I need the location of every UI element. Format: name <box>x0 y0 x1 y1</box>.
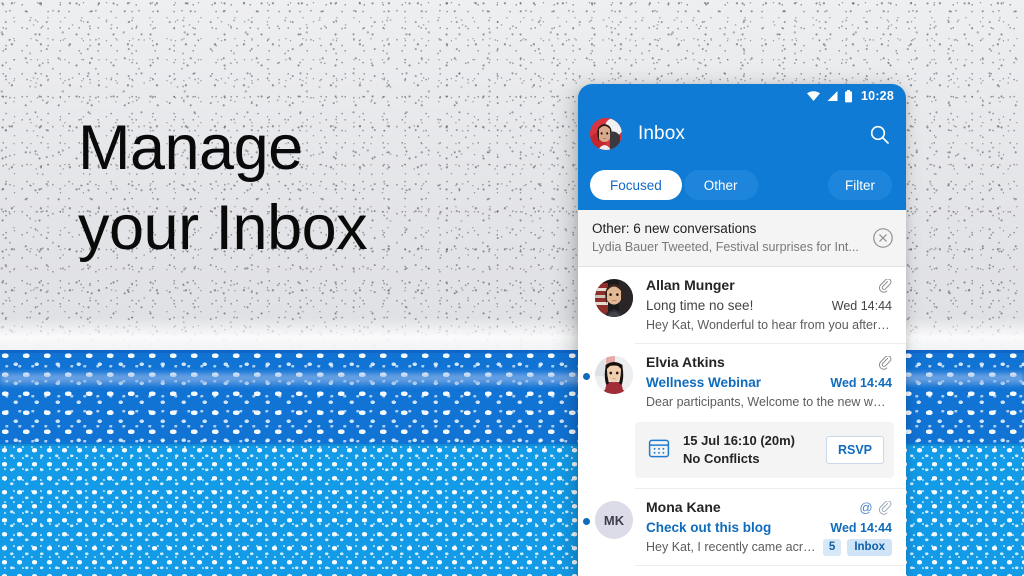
message-sender: Allan Munger <box>646 277 735 293</box>
message-subject-line: Long time no see! Wed 14:44 <box>646 296 892 315</box>
battery-icon <box>845 89 853 102</box>
table-row[interactable]: MK Mona Kane @ Check out this blog Wed 1… <box>578 489 906 565</box>
message-count-badge: 5 <box>822 538 842 556</box>
message-list: Allan Munger Long time no see! Wed 14:44… <box>578 267 906 576</box>
other-conversations-banner[interactable]: Other: 6 new conversations Lydia Bauer T… <box>578 210 906 267</box>
svg-text:@: @ <box>859 501 872 515</box>
tab-other[interactable]: Other <box>683 170 758 200</box>
avatar[interactable] <box>590 118 622 150</box>
meeting-conflict-status: No Conflicts <box>683 451 760 466</box>
banner-title: Other: 6 new conversations <box>592 221 757 236</box>
message-content: Mona Kane @ Check out this blog Wed 14:4… <box>646 498 894 556</box>
message-sender: Mona Kane <box>646 499 721 515</box>
message-subject: Check out this blog <box>646 520 772 535</box>
message-flags <box>879 355 892 370</box>
message-preview: Hey Kat, Wonderful to hear from you afte… <box>646 318 892 332</box>
message-header-line: Mona Kane @ <box>646 498 892 517</box>
message-sender: Elvia Atkins <box>646 354 725 370</box>
message-subject: Long time no see! <box>646 298 754 313</box>
unread-indicator <box>583 518 590 525</box>
avatar-initials: MK <box>595 501 633 539</box>
message-subject-line: Wellness Webinar Wed 14:44 <box>646 373 892 392</box>
message-subject-line: Check out this blog Wed 14:44 <box>646 518 892 537</box>
tab-focused[interactable]: Focused <box>590 170 682 200</box>
calendar-icon <box>648 437 670 464</box>
meeting-invite-card[interactable]: 15 Jul 16:10 (20m) No Conflicts RSVP <box>635 422 894 478</box>
page-title: Inbox <box>638 123 685 144</box>
message-preview-line: Dear participants, Welcome to the new we… <box>646 393 892 411</box>
hero-headline: Manage your Inbox <box>78 108 548 268</box>
avatar <box>595 356 633 394</box>
banner-text: Other: 6 new conversations Lydia Bauer T… <box>592 219 864 256</box>
unread-indicator <box>583 373 590 380</box>
headline-line-1: Manage <box>78 113 303 183</box>
message-timestamp: Wed 14:44 <box>831 299 892 313</box>
status-bar-time: 10:28 <box>861 89 894 103</box>
message-preview: Hey Kat, I recently came across this... <box>646 540 817 554</box>
avatar <box>595 279 633 317</box>
attachment-icon <box>879 278 892 293</box>
message-subject: Wellness Webinar <box>646 375 762 390</box>
message-folder-badge: Inbox <box>847 538 892 556</box>
close-circle-icon[interactable] <box>872 227 894 249</box>
avatar-photo <box>595 356 633 394</box>
avatar-photo <box>590 118 622 150</box>
inbox-filter-tabs: Focused Other Filter <box>578 160 906 210</box>
search-icon[interactable] <box>866 121 892 147</box>
message-timestamp: Wed 14:44 <box>830 376 892 390</box>
avatar: MK <box>595 501 633 539</box>
promo-screenshot: Manage your Inbox 10:28 Inbox Focused Ot… <box>0 0 1024 576</box>
app-header: 10:28 Inbox Focused Other Filter <box>578 84 906 210</box>
table-row[interactable]: Elvia Atkins Wellness Webinar Wed 14:44 … <box>578 344 906 420</box>
table-row[interactable]: Daisy Philips <box>578 566 906 576</box>
attachment-icon <box>879 500 892 515</box>
filter-button[interactable]: Filter <box>828 170 892 200</box>
table-row[interactable]: Allan Munger Long time no see! Wed 14:44… <box>578 267 906 343</box>
message-header-line: Allan Munger <box>646 276 892 295</box>
message-content: Allan Munger Long time no see! Wed 14:44… <box>646 276 894 334</box>
message-flags <box>879 278 892 293</box>
attachment-icon <box>879 355 892 370</box>
rsvp-button[interactable]: RSVP <box>825 436 884 464</box>
meeting-card-wrapper: 15 Jul 16:10 (20m) No Conflicts RSVP <box>578 420 906 488</box>
mention-icon: @ <box>859 501 872 515</box>
message-preview-line: Hey Kat, I recently came across this... … <box>646 538 892 556</box>
phone-mockup: 10:28 Inbox Focused Other Filter Other: … <box>578 84 906 576</box>
message-timestamp: Wed 14:44 <box>830 521 892 535</box>
message-preview: Dear participants, Welcome to the new we… <box>646 395 892 409</box>
headline-line-2: your Inbox <box>78 193 368 263</box>
wifi-icon <box>807 91 821 101</box>
cellular-signal-icon <box>827 91 838 101</box>
status-bar: 10:28 <box>578 84 906 108</box>
banner-subtitle: Lydia Bauer Tweeted, Festival surprises … <box>592 240 859 254</box>
message-flags: @ <box>859 500 892 515</box>
avatar-photo <box>595 279 633 317</box>
message-preview-line: Hey Kat, Wonderful to hear from you afte… <box>646 316 892 334</box>
meeting-details: 15 Jul 16:10 (20m) No Conflicts <box>683 432 818 468</box>
message-header-line: Elvia Atkins <box>646 353 892 372</box>
message-content: Elvia Atkins Wellness Webinar Wed 14:44 … <box>646 353 894 411</box>
meeting-time: 15 Jul 16:10 (20m) <box>683 433 796 448</box>
app-header-row: Inbox <box>578 108 906 160</box>
